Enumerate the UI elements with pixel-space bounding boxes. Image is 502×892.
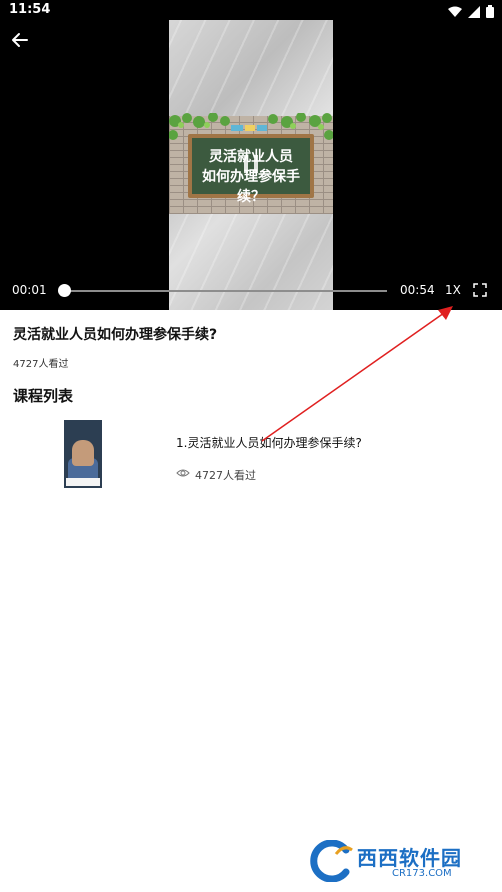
video-player[interactable]: 灵活就业人员 如何办理参保手续？ 00:01 00:54 1X	[0, 20, 502, 310]
watermark-text: 西西软件园	[357, 846, 462, 870]
course-title[interactable]: 1.灵活就业人员如何办理参保手续?	[176, 434, 362, 451]
eye-icon	[176, 469, 190, 477]
duration: 00:54	[400, 283, 435, 297]
watermark: 西西软件园 CR173.COM	[300, 838, 490, 886]
back-arrow-icon[interactable]	[10, 30, 30, 50]
speed-button[interactable]: 1X	[445, 283, 461, 297]
seek-bar[interactable]	[62, 290, 387, 292]
status-time: 11:54	[9, 2, 51, 17]
course-list-heading: 课程列表	[13, 387, 74, 405]
seek-thumb[interactable]	[58, 284, 71, 297]
view-count: 4727人看过	[13, 359, 69, 370]
list-item[interactable]: 1.灵活就业人员如何办理参保手续? 4727人看过	[0, 415, 502, 495]
current-time: 00:01	[12, 283, 47, 297]
pause-icon[interactable]	[240, 152, 262, 176]
video-title: 灵活就业人员如何办理参保手续?	[13, 327, 218, 343]
status-bar: 11:54	[0, 0, 502, 20]
fullscreen-icon[interactable]	[473, 283, 487, 297]
watermark-url: CR173.COM	[392, 868, 452, 879]
watermark-logo	[310, 840, 353, 882]
course-thumbnail[interactable]	[64, 420, 102, 488]
course-view-count: 4727人看过	[195, 469, 256, 482]
